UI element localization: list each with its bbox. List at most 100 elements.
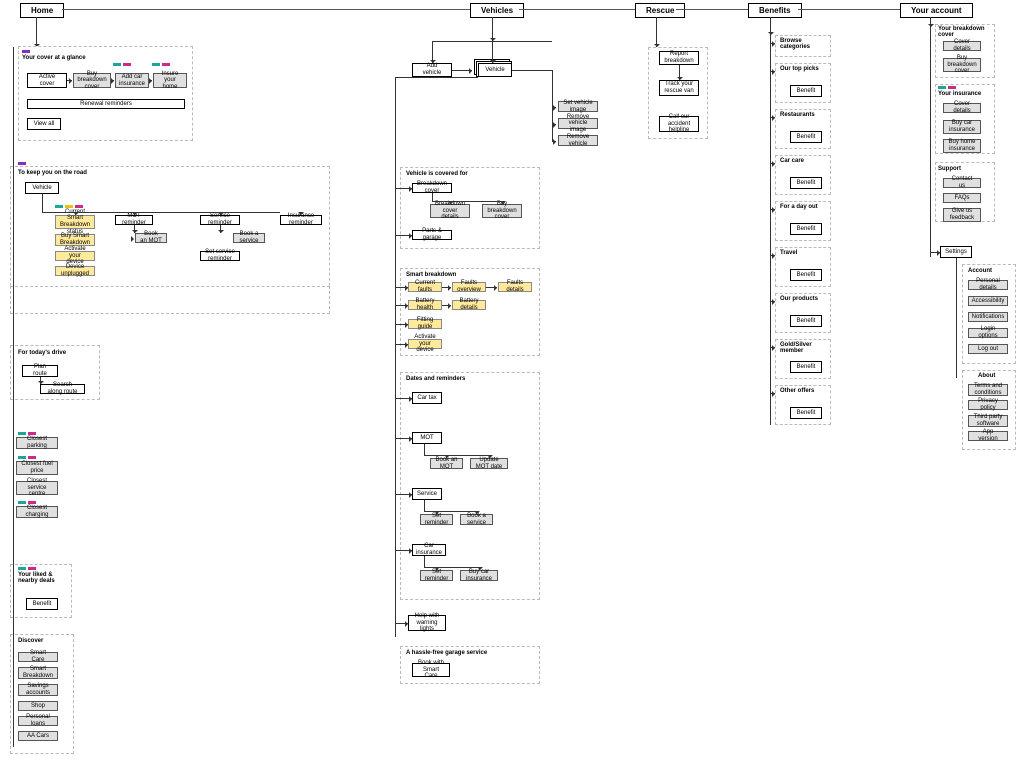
vehicle-stack[interactable]: Vehicle bbox=[25, 182, 59, 194]
benefit-stack-6[interactable]: Benefit bbox=[790, 315, 822, 327]
activate-device[interactable]: Activate your device bbox=[55, 251, 95, 261]
title-about: About bbox=[978, 373, 995, 379]
panel-dates bbox=[400, 372, 540, 600]
feedback[interactable]: Give us feedback bbox=[943, 208, 981, 222]
buy-breakdown-cover[interactable]: Buy breakdown cover bbox=[73, 73, 111, 88]
buy-home-ins-acct[interactable]: Buy home insurance bbox=[943, 139, 981, 153]
current-faults[interactable]: Current faults bbox=[408, 282, 442, 292]
device-unplugged[interactable]: Device unplugged bbox=[55, 266, 95, 276]
closest-parking[interactable]: Closest parking bbox=[16, 437, 58, 449]
title-liked: Your liked & nearby deals bbox=[18, 572, 68, 584]
car-tax[interactable]: Car tax bbox=[412, 392, 442, 404]
breakdown-cover[interactable]: Breakdown cover bbox=[412, 183, 452, 193]
tab-home[interactable]: Home bbox=[20, 3, 64, 18]
acct-3[interactable]: Login options bbox=[968, 328, 1008, 338]
warning-lights[interactable]: Help with warning lights bbox=[408, 615, 446, 631]
title-garage: A hassle-free garage service bbox=[406, 650, 487, 656]
view-all[interactable]: View all bbox=[27, 118, 61, 130]
tab-account[interactable]: Your account bbox=[900, 3, 973, 18]
remove-vehicle[interactable]: Remove vehicle bbox=[558, 135, 598, 146]
battery-details[interactable]: Battery details bbox=[452, 300, 486, 310]
cover-details-1[interactable]: Cover details bbox=[943, 41, 981, 51]
title-account-breakdown: Your breakdown cover bbox=[938, 26, 988, 38]
car-ins[interactable]: Car insurance bbox=[412, 544, 446, 556]
discover-3[interactable]: Shop bbox=[18, 701, 58, 711]
title-covered: Vehicle is covered for bbox=[406, 171, 468, 177]
acct-2[interactable]: Notifications bbox=[968, 312, 1008, 322]
discover-2[interactable]: Savings accounts bbox=[18, 684, 58, 696]
title-drive: For today's drive bbox=[18, 350, 66, 356]
benefit-stack-2[interactable]: Benefit bbox=[790, 131, 822, 143]
benefit-stack-4[interactable]: Benefit bbox=[790, 223, 822, 235]
benefit-stack-5[interactable]: Benefit bbox=[790, 269, 822, 281]
acct-4[interactable]: Log out bbox=[968, 344, 1008, 354]
title-account-sub: Account bbox=[968, 268, 992, 274]
renewal-reminders[interactable]: Renewal reminders bbox=[27, 99, 185, 109]
benefit-title-5: Travel bbox=[780, 250, 830, 256]
set-vehicle-image[interactable]: Set vehicle image bbox=[558, 101, 598, 112]
about-0[interactable]: Terms and conditions bbox=[968, 384, 1008, 396]
closest-fuel[interactable]: Closest fuel price bbox=[16, 461, 58, 475]
fitting-guide[interactable]: Fitting guide bbox=[408, 319, 442, 329]
faults-details[interactable]: Faults details bbox=[498, 282, 532, 292]
title-discover: Discover bbox=[18, 638, 43, 644]
set-service-reminder[interactable]: Set service reminder bbox=[200, 251, 240, 261]
mot[interactable]: MOT bbox=[412, 432, 442, 444]
benefit-title-3: Car care bbox=[780, 158, 830, 164]
liked-benefit[interactable]: Benefit bbox=[26, 598, 58, 610]
benefit-stack-8[interactable]: Benefit bbox=[790, 407, 822, 419]
benefit-stack-3[interactable]: Benefit bbox=[790, 177, 822, 189]
about-1[interactable]: Privacy policy bbox=[968, 400, 1008, 410]
book-service[interactable]: Book a service bbox=[233, 233, 265, 243]
tab-benefits[interactable]: Benefits bbox=[748, 3, 802, 18]
discover-0[interactable]: Smart Care bbox=[18, 652, 58, 662]
about-2[interactable]: Third party software bbox=[968, 415, 1008, 427]
active-cover[interactable]: Active cover bbox=[27, 73, 67, 88]
book-mot[interactable]: Book an MOT bbox=[135, 233, 167, 243]
insure-your-home[interactable]: Insure your home bbox=[153, 73, 187, 88]
buy-car-ins-acct[interactable]: Buy car insurance bbox=[943, 120, 981, 134]
about-3[interactable]: App version bbox=[968, 431, 1008, 441]
buy-smart-breakdown[interactable]: Buy Smart Breakdown bbox=[55, 234, 95, 246]
benefit-stack-1[interactable]: Benefit bbox=[790, 85, 822, 97]
faults-overview[interactable]: Faults overview bbox=[452, 282, 486, 292]
discover-4[interactable]: Personal loans bbox=[18, 716, 58, 726]
benefit-title-4: For a day out bbox=[780, 204, 830, 210]
buy-breakdown-acct[interactable]: Buy breakdown cover bbox=[943, 58, 981, 72]
battery-health[interactable]: Battery health bbox=[408, 300, 442, 310]
title-cover: Your cover at a glance bbox=[22, 55, 86, 61]
contact-us[interactable]: Contact us bbox=[943, 178, 981, 188]
vehicles-vehicle[interactable]: Vehicle bbox=[478, 63, 512, 77]
book-smart-care[interactable]: Book with Smart Care bbox=[412, 663, 450, 677]
settings[interactable]: Settings bbox=[940, 246, 972, 258]
call-helpline[interactable]: Call our accident helpline bbox=[659, 116, 699, 132]
benefit-title-1: Our top picks bbox=[780, 66, 830, 72]
benefit-title-7: Gold/Silver member bbox=[780, 342, 830, 354]
vehicles-add[interactable]: Add vehicle bbox=[412, 63, 452, 77]
faqs[interactable]: FAQs bbox=[943, 193, 981, 203]
closest-charging[interactable]: Closest charging bbox=[16, 506, 58, 518]
plan-route[interactable]: Plan route bbox=[22, 365, 58, 377]
search-along-route[interactable]: Search along route bbox=[40, 384, 85, 394]
benefit-title-6: Our products bbox=[780, 296, 830, 302]
service[interactable]: Service bbox=[412, 488, 442, 500]
closest-service[interactable]: Closest service centre bbox=[16, 481, 58, 495]
benefit-stack-7[interactable]: Benefit bbox=[790, 361, 822, 373]
parts-garage[interactable]: Parts & garage bbox=[412, 230, 452, 240]
benefit-title-0: Browse categories bbox=[780, 38, 830, 50]
cover-details-2[interactable]: Cover details bbox=[943, 103, 981, 113]
remove-vehicle-image[interactable]: Remove vehicle image bbox=[558, 118, 598, 129]
tab-rescue[interactable]: Rescue bbox=[635, 3, 685, 18]
report-breakdown[interactable]: Report breakdown bbox=[659, 51, 699, 65]
discover-1[interactable]: Smart Breakdown bbox=[18, 667, 58, 679]
acct-1[interactable]: Accessibility bbox=[968, 296, 1008, 306]
title-account-insurance: Your insurance bbox=[938, 91, 981, 97]
discover-5[interactable]: AA Cars bbox=[18, 731, 58, 741]
tab-vehicles[interactable]: Vehicles bbox=[470, 3, 524, 18]
acct-0[interactable]: Personal details bbox=[968, 280, 1008, 290]
title-smart: Smart breakdown bbox=[406, 272, 456, 278]
activate-device-v[interactable]: Activate your device bbox=[408, 339, 442, 349]
panel-add-vehicle bbox=[10, 286, 330, 314]
title-road: To keep you on the road bbox=[18, 170, 87, 176]
add-car-insurance[interactable]: Add car insurance bbox=[115, 73, 149, 88]
